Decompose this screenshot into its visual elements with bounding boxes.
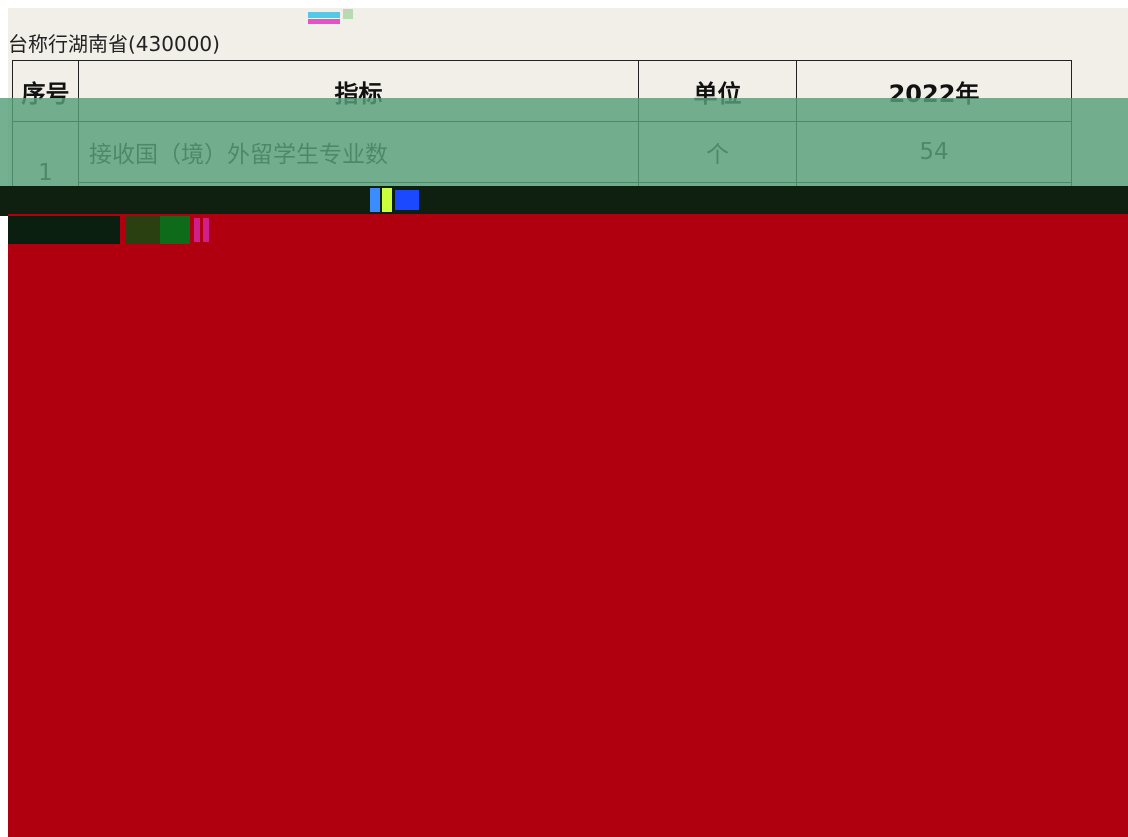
corrupted-strip — [8, 216, 120, 244]
artifact-top-3 — [343, 9, 353, 19]
document-title: 台称行湖南省(430000) — [8, 32, 220, 56]
table-row: 1 接收国（境）外留学生专业数 个 54 — [12, 121, 1072, 224]
table-header-row: 序号 指标 单位 2022年 — [12, 60, 1072, 122]
artifact-top-2 — [308, 19, 340, 24]
row-indicator: 接收国（境）外留学生专业数 — [78, 121, 639, 183]
artifact-pixel — [126, 216, 162, 244]
artifact-pixel — [382, 188, 392, 212]
artifact-pixel — [395, 190, 419, 210]
header-indicator: 指标 — [78, 60, 639, 122]
row-seq: 1 — [12, 121, 79, 224]
artifact-top-1 — [308, 12, 340, 18]
artifact-pixel — [370, 188, 380, 212]
artifact-pixel — [203, 218, 209, 242]
corrupted-region — [8, 214, 1128, 837]
artifact-pixel — [194, 218, 200, 242]
header-year: 2022年 — [796, 60, 1072, 122]
artifact-pixel — [160, 216, 190, 244]
row-value: 54 — [796, 121, 1072, 183]
indicator-table: 序号 指标 单位 2022年 1 接收国（境）外留学生专业数 个 54 接收国（… — [12, 60, 1072, 224]
header-seq: 序号 — [12, 60, 79, 122]
row-unit: 个 — [638, 121, 797, 183]
header-unit: 单位 — [638, 60, 797, 122]
